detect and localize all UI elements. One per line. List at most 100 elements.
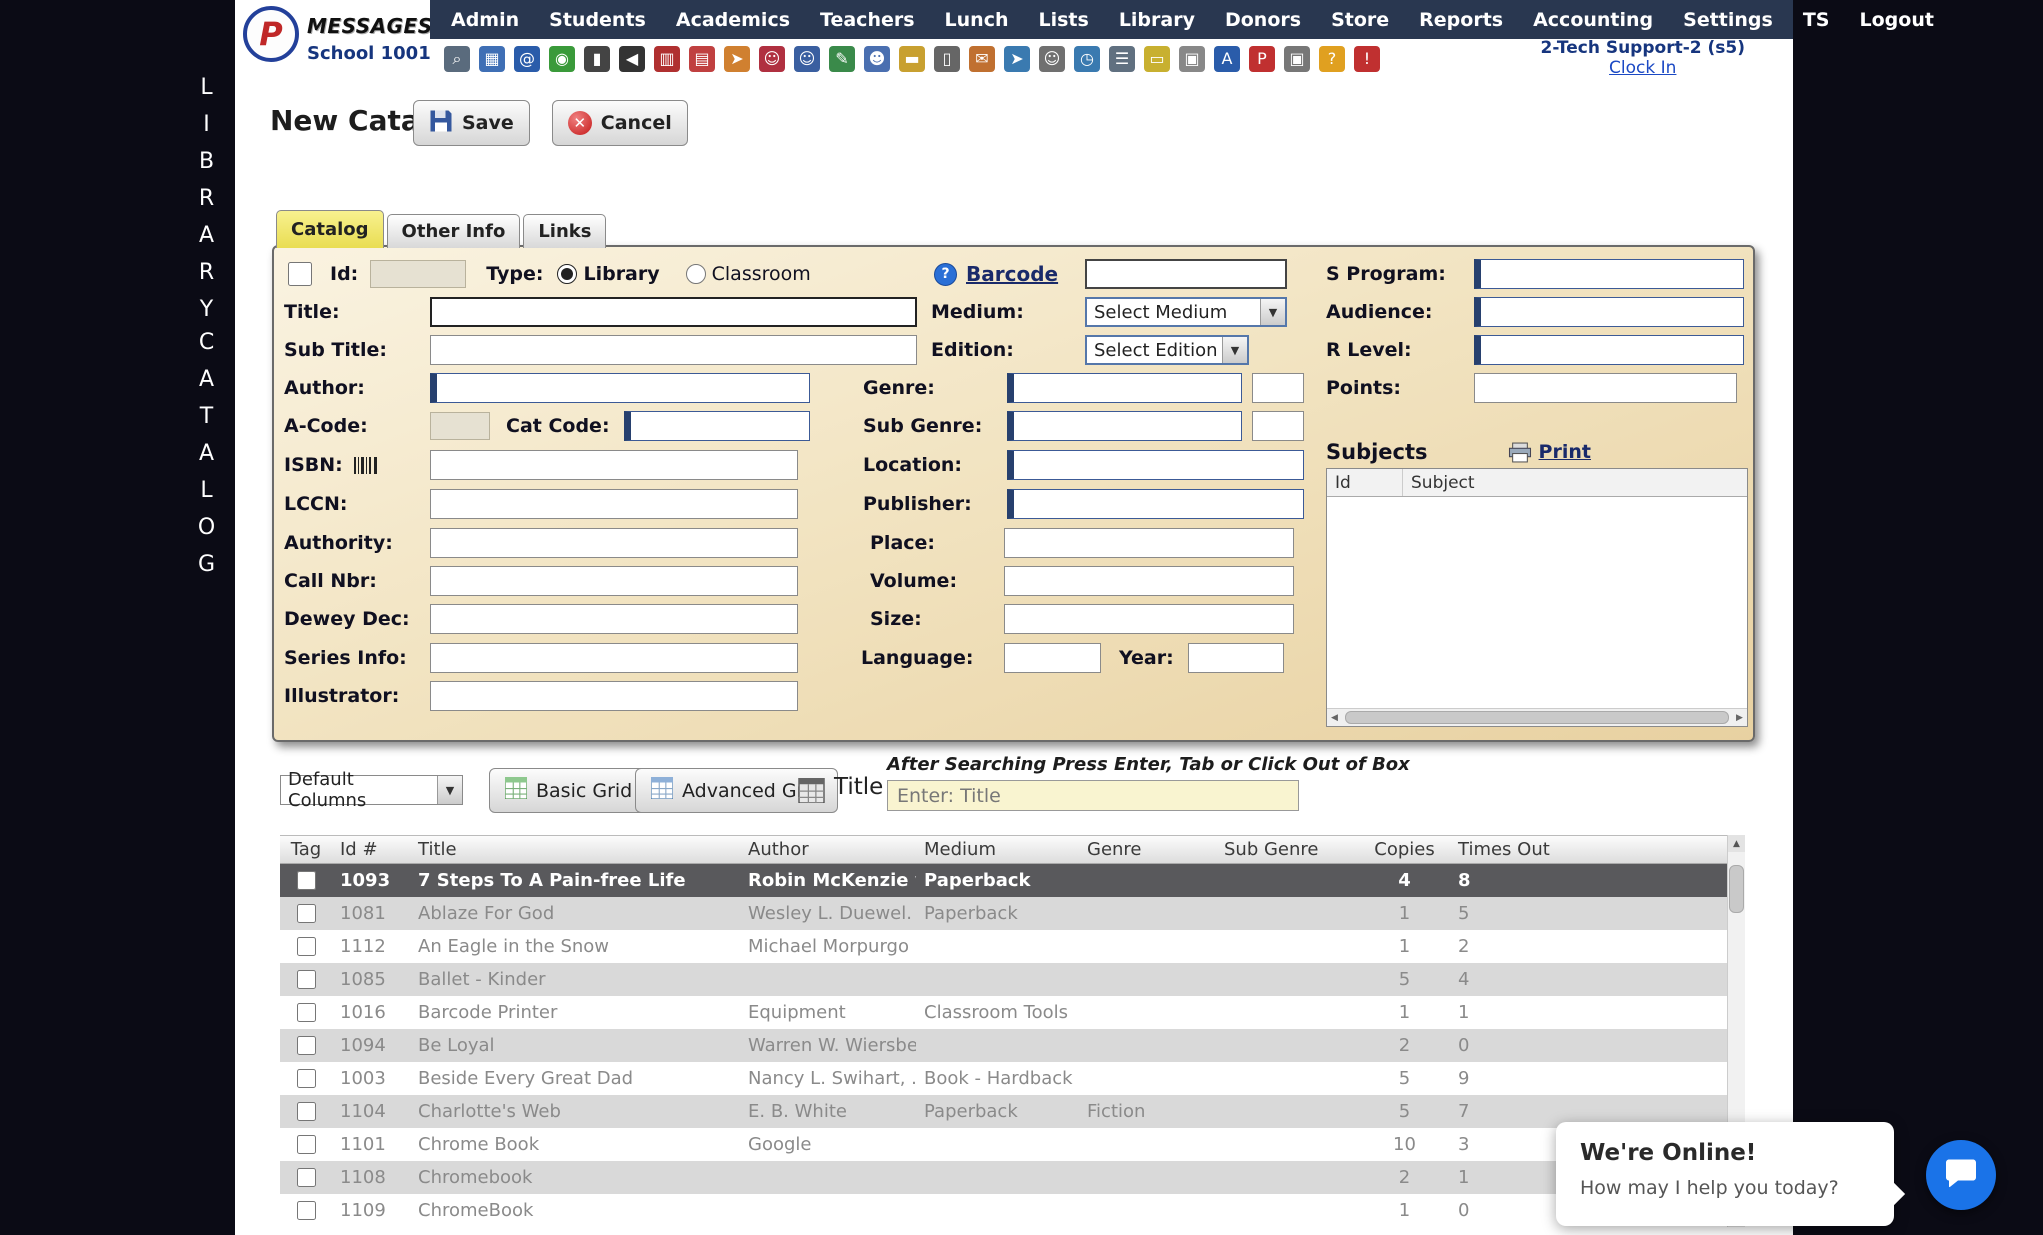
table-row-1081[interactable]: 1081Ablaze For GodWesley L. Duewel.Paper… — [280, 897, 1745, 930]
year-input[interactable] — [1188, 643, 1284, 673]
location-input[interactable] — [1007, 450, 1304, 480]
table-row-1109[interactable]: 1109ChromeBook10 — [280, 1194, 1745, 1227]
staff-icon[interactable]: ☺ — [1039, 46, 1065, 72]
chat-launcher-button[interactable] — [1926, 1140, 1996, 1210]
pdf-icon[interactable]: P — [1249, 46, 1275, 72]
clock-in-link[interactable]: Clock In — [1609, 59, 1676, 79]
row-tag-checkbox[interactable] — [297, 1102, 316, 1121]
subjects-column-id[interactable]: Id — [1327, 469, 1403, 496]
library-radio[interactable] — [557, 264, 577, 284]
table-row-1108[interactable]: 1108Chromebook21 — [280, 1161, 1745, 1194]
table-row-1085[interactable]: 1085Ballet - Kinder54 — [280, 963, 1745, 996]
subjects-horizontal-scrollbar[interactable]: ◀ ▶ — [1327, 708, 1747, 726]
student-add-icon[interactable]: ☺ — [759, 46, 785, 72]
nav-item-reports[interactable]: Reports — [1404, 9, 1518, 31]
place-input[interactable] — [1004, 528, 1294, 558]
author-input[interactable] — [430, 373, 810, 403]
column-header-id-[interactable]: Id # — [332, 836, 410, 863]
barcode-input[interactable] — [1085, 259, 1287, 289]
dewey-input[interactable] — [430, 604, 798, 634]
clock-icon[interactable]: ◷ — [1074, 46, 1100, 72]
title-search-input[interactable] — [887, 780, 1299, 811]
authority-input[interactable] — [430, 528, 798, 558]
chat-bubble[interactable]: We're Online! How may I help you today? — [1556, 1122, 1894, 1226]
medium-select[interactable]: Select Medium ▼ — [1085, 297, 1287, 327]
subjects-print-link[interactable]: Print — [1539, 441, 1591, 463]
illustrator-input[interactable] — [430, 681, 798, 711]
column-header-author[interactable]: Author — [740, 836, 916, 863]
subjects-column-subject[interactable]: Subject — [1403, 469, 1747, 496]
scroll-right-icon[interactable]: ▶ — [1732, 713, 1747, 723]
tab-links[interactable]: Links — [523, 214, 606, 248]
scroll-up-icon[interactable]: ▲ — [1728, 835, 1745, 852]
sub-genre-code-input[interactable] — [1252, 411, 1304, 441]
app-logo[interactable]: P MESSAGES School 1001 — [235, 0, 430, 78]
series-input[interactable] — [430, 643, 798, 673]
id-tag-checkbox[interactable] — [288, 262, 312, 286]
column-header-copies[interactable]: Copies — [1359, 836, 1450, 863]
tab-catalog[interactable]: Catalog — [276, 210, 384, 248]
classroom-radio[interactable] — [686, 264, 706, 284]
nav-item-admin[interactable]: Admin — [436, 9, 534, 31]
nav-item-accounting[interactable]: Accounting — [1518, 9, 1668, 31]
chart-icon[interactable]: ▥ — [654, 46, 680, 72]
sub-title-input[interactable] — [430, 335, 917, 365]
table-row-1093[interactable]: 10937 Steps To A Pain-free LifeRobin McK… — [280, 864, 1745, 897]
email-at-icon[interactable]: @ — [514, 46, 540, 72]
table-row-1112[interactable]: 1112An Eagle in the SnowMichael Morpurgo… — [280, 930, 1745, 963]
notes-icon[interactable]: ✎ — [829, 46, 855, 72]
device-icon[interactable]: ▯ — [934, 46, 960, 72]
table-row-1101[interactable]: 1101Chrome BookGoogle103 — [280, 1128, 1745, 1161]
green-dots-icon[interactable]: ◉ — [549, 46, 575, 72]
nav-item-academics[interactable]: Academics — [661, 9, 805, 31]
table-row-1094[interactable]: 1094Be LoyalWarren W. Wiersbe20 — [280, 1029, 1745, 1062]
tab-other-info[interactable]: Other Info — [387, 214, 521, 248]
audience-input[interactable] — [1474, 297, 1744, 327]
table-row-1104[interactable]: 1104Charlotte's WebE. B. WhitePaperbackF… — [280, 1095, 1745, 1128]
student-icon[interactable]: ☺ — [794, 46, 820, 72]
send-icon[interactable]: ➤ — [1004, 46, 1030, 72]
sub-genre-input[interactable] — [1007, 411, 1242, 441]
genre-code-input[interactable] — [1252, 373, 1304, 403]
cancel-button[interactable]: ✕ Cancel — [552, 100, 688, 146]
column-header-tag[interactable]: Tag — [280, 836, 332, 863]
column-header-sub-genre[interactable]: Sub Genre — [1216, 836, 1359, 863]
isbn-input[interactable] — [430, 450, 798, 480]
nav-item-teachers[interactable]: Teachers — [805, 9, 930, 31]
calendar-icon[interactable]: ▤ — [689, 46, 715, 72]
size-input[interactable] — [1004, 604, 1294, 634]
lunch-icon[interactable]: ▬ — [899, 46, 925, 72]
barcode-help-icon[interactable]: ? — [934, 263, 957, 286]
nav-item-ts[interactable]: TS — [1788, 9, 1845, 31]
list-icon[interactable]: ☰ — [1109, 46, 1135, 72]
translate-icon[interactable]: A — [1214, 46, 1240, 72]
printer-icon[interactable]: ▣ — [1284, 46, 1310, 72]
help-icon[interactable]: ? — [1319, 46, 1345, 72]
s-program-input[interactable] — [1474, 259, 1744, 289]
search-icon[interactable]: ⌕ — [444, 46, 470, 72]
schedule-grid-icon[interactable]: ▦ — [479, 46, 505, 72]
save-button[interactable]: Save — [413, 100, 530, 146]
nav-item-donors[interactable]: Donors — [1210, 9, 1316, 31]
title-input[interactable] — [430, 297, 917, 327]
lccn-input[interactable] — [430, 489, 798, 519]
row-tag-checkbox[interactable] — [297, 871, 316, 890]
row-tag-checkbox[interactable] — [297, 1036, 316, 1055]
nav-item-store[interactable]: Store — [1316, 9, 1404, 31]
family-icon[interactable]: ☻ — [864, 46, 890, 72]
megaphone-icon[interactable]: ➤ — [724, 46, 750, 72]
table-row-1016[interactable]: 1016Barcode PrinterEquipmentClassroom To… — [280, 996, 1745, 1029]
edition-select[interactable]: Select Edition ▼ — [1085, 335, 1249, 365]
publisher-input[interactable] — [1007, 489, 1304, 519]
basic-grid-button[interactable]: Basic Grid — [489, 768, 648, 813]
row-tag-checkbox[interactable] — [297, 1201, 316, 1220]
barcode-link[interactable]: Barcode — [966, 262, 1058, 286]
columns-select[interactable]: Default Columns ▼ — [280, 775, 463, 805]
row-tag-checkbox[interactable] — [297, 1168, 316, 1187]
row-tag-checkbox[interactable] — [297, 1069, 316, 1088]
row-tag-checkbox[interactable] — [297, 970, 316, 989]
print-icon[interactable] — [1508, 442, 1532, 463]
r-level-input[interactable] — [1474, 335, 1744, 365]
column-header-medium[interactable]: Medium — [916, 836, 1079, 863]
nav-item-lists[interactable]: Lists — [1023, 9, 1103, 31]
